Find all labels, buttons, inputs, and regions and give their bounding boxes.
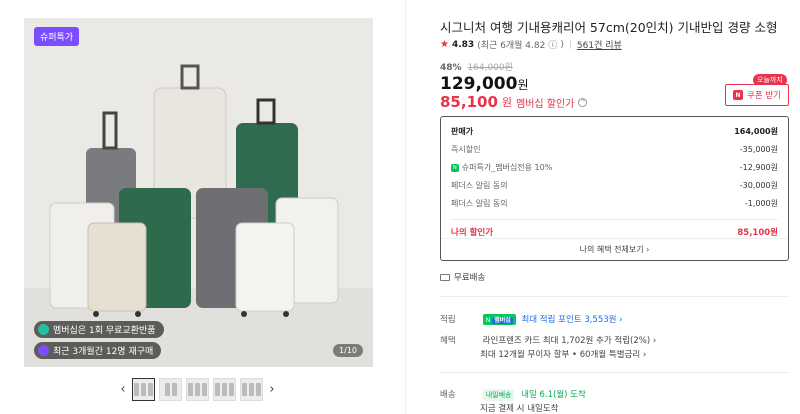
naver-n-icon: N — [733, 90, 743, 100]
price-row: 페더스 알림 동의 -1,000원 — [451, 198, 778, 209]
points-key: 적립 — [440, 315, 456, 325]
thumbnail-2[interactable] — [159, 378, 182, 401]
price-row: 페더스 알림 동의 -30,000원 — [451, 180, 778, 191]
price-row-value: 164,000원 — [734, 127, 778, 136]
review-count-link[interactable]: 561건 리뷰 — [577, 38, 622, 51]
price-row-label: 슈퍼특가_멤버십전용 10% — [461, 163, 553, 172]
member-price-value: 85,100 — [440, 93, 498, 111]
truck-icon — [440, 273, 450, 281]
rating-score: 4.83 — [451, 39, 475, 50]
section-divider — [440, 372, 789, 373]
chevron-up-icon[interactable]: ^ — [578, 97, 588, 107]
view-all-benefits-link[interactable]: 나의 혜택 전체보기 › — [441, 238, 788, 260]
membership-return-pill: 멤버십은 1회 무료교환반품 — [34, 321, 164, 338]
luggage-photo — [24, 18, 373, 367]
image-counter: 1/10 — [333, 344, 363, 357]
repurchase-pill: 최근 3개월간 12명 재구매 — [34, 342, 162, 359]
naver-membership-icon: N 멤버십 — [482, 314, 516, 325]
my-discount-row: 나의 할인가 85,100원 — [451, 226, 778, 238]
delivery-note: 지금 결제 시 내일도착 — [480, 404, 559, 414]
my-discount-value: 85,100원 — [737, 228, 778, 238]
naver-n-icon: N — [451, 163, 459, 172]
column-divider — [405, 0, 406, 414]
price-row-value: -35,000원 — [739, 145, 778, 154]
benefits-row: 혜택 라인프렌즈 카드 최대 1,702원 추가 적립(2%) › — [440, 334, 656, 346]
price-row-label: 즉시할인 — [451, 145, 481, 154]
discount-line: 48% 164,000원 — [440, 60, 513, 73]
section-divider — [440, 296, 789, 297]
discount-percent: 48% — [440, 63, 462, 73]
thumbnail-strip: ‹ › — [118, 378, 277, 401]
price-row-label: 페더스 알림 동의 — [451, 199, 508, 208]
next-thumb-icon[interactable]: › — [267, 382, 277, 397]
thumbnail-4[interactable] — [213, 378, 236, 401]
price-row-label: 페더스 알림 동의 — [451, 181, 508, 190]
repurchase-text: 최근 3개월간 12명 재구매 — [53, 347, 154, 357]
membership-return-text: 멤버십은 1회 무료교환반품 — [53, 326, 156, 336]
my-discount-label: 나의 할인가 — [451, 228, 494, 238]
price-row-value: -12,900원 — [739, 163, 778, 172]
coupon-label: 쿠폰 받기 — [747, 91, 781, 101]
sale-price: 129,000원 — [440, 74, 528, 94]
coupon-button[interactable]: N 쿠폰 받기 — [725, 84, 789, 106]
price-row: 즉시할인 -35,000원 — [451, 144, 778, 155]
card-benefit-link[interactable]: 라인프렌즈 카드 최대 1,702원 추가 적립(2%) › — [483, 336, 657, 346]
sale-price-unit: 원 — [517, 78, 529, 92]
super-deal-badge: 슈퍼특가 — [34, 27, 80, 46]
free-shipping: 무료배송 — [440, 271, 485, 283]
price-box-divider — [451, 219, 778, 220]
repurchase-icon — [38, 345, 49, 356]
points-row: 적립 N 멤버십 최대 적립 포인트 3,553원 › — [440, 313, 623, 325]
price-row: 판매가 164,000원 — [451, 126, 778, 137]
prev-thumb-icon[interactable]: ‹ — [118, 382, 128, 397]
sale-price-value: 129,000 — [440, 74, 518, 94]
thumbnail-5[interactable] — [240, 378, 263, 401]
rating-recent-close: ) — [560, 39, 564, 50]
original-price: 164,000원 — [467, 63, 513, 73]
benefits-key: 혜택 — [440, 336, 456, 346]
max-points-link[interactable]: 최대 적립 포인트 3,553원 › — [521, 315, 622, 325]
rating-recent: (최근 6개월 4.82 — [477, 41, 546, 51]
installment-link[interactable]: 최대 12개월 무이자 할부 • 60개월 특별금리 › — [480, 348, 646, 360]
price-row-value: -30,000원 — [739, 181, 778, 190]
free-shipping-label: 무료배송 — [454, 273, 486, 283]
membership-icon — [38, 324, 49, 335]
thumbnail-3[interactable] — [186, 378, 209, 401]
product-image-main[interactable]: 슈퍼특가 멤버십은 1회 무료교환반품 최근 3개월간 12명 재구매 1/10 — [24, 18, 373, 367]
rating-separator: | — [568, 39, 572, 50]
price-row-label: 판매가 — [451, 127, 474, 136]
delivery-key: 배송 — [440, 390, 456, 400]
next-day-delivery-badge: 내일배송 — [482, 389, 515, 401]
product-title: 시그니처 여행 기내용캐리어 57cm(20인치) 기내반입 경량 소형 — [440, 20, 778, 35]
info-icon[interactable]: ⓘ — [548, 38, 557, 51]
member-price-unit: 원 — [501, 96, 513, 109]
member-price[interactable]: 85,100 원 멤버십 할인가 ^ — [440, 93, 588, 111]
price-row: N 슈퍼특가_멤버십전용 10% -12,900원 — [451, 162, 778, 173]
star-icon: ★ — [440, 39, 449, 50]
price-row-value: -1,000원 — [744, 199, 778, 208]
price-breakdown-box: 판매가 164,000원 즉시할인 -35,000원 N 슈퍼특가_멤버십전용 … — [440, 116, 789, 261]
delivery-row: 배송 내일배송 내일 6.1(월) 도착 — [440, 388, 586, 401]
delivery-date: 내일 6.1(월) 도착 — [521, 390, 586, 400]
rating-row: ★ 4.83 (최근 6개월 4.82 ⓘ ) | 561건 리뷰 — [440, 38, 622, 51]
member-price-label: 멤버십 할인가 — [516, 98, 575, 110]
thumbnail-1[interactable] — [132, 378, 155, 401]
